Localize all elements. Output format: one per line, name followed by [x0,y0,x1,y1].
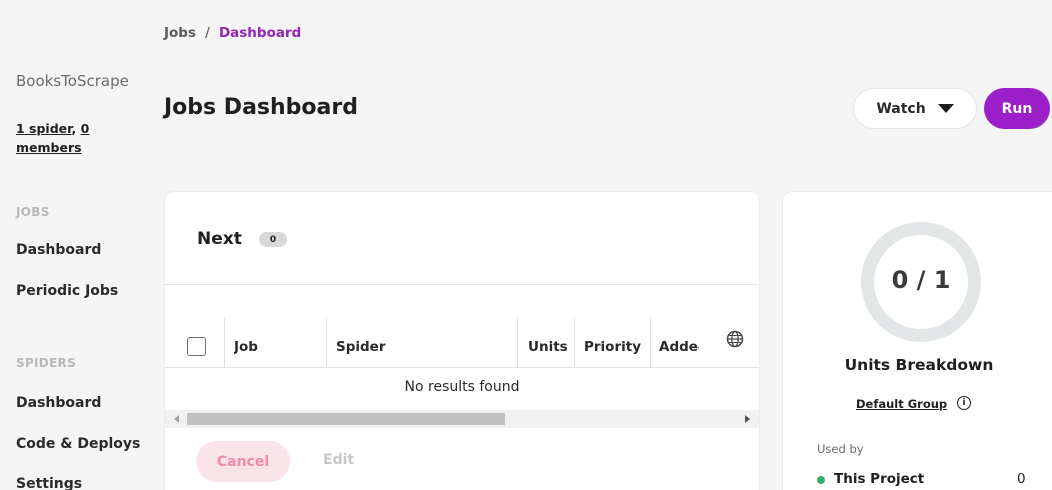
usage-row-name: This Project [834,471,925,487]
column-separator[interactable] [326,317,327,367]
column-separator[interactable] [574,317,575,367]
spiders-count-link[interactable]: 1 spider [16,121,71,136]
breadcrumb: Jobs / Dashboard [164,25,301,41]
usage-row-value: 0 [1017,471,1026,487]
scrollbar-thumb[interactable] [187,413,505,425]
watch-button[interactable]: Watch [853,88,977,129]
sidebar-item-periodic-jobs[interactable]: Periodic Jobs [16,283,118,299]
empty-state-text: No results found [404,379,520,395]
column-header-priority[interactable]: Priority [584,339,641,355]
column-separator[interactable] [650,317,651,367]
panel-divider [165,284,759,285]
next-jobs-count-badge: 0 [259,232,287,247]
column-header-units[interactable]: Units [528,339,568,355]
breadcrumb-current-dashboard[interactable]: Dashboard [219,25,301,41]
table-header-divider [165,367,759,368]
next-jobs-panel: Next 0 Job Spider Units Priority Added N… [164,191,760,490]
units-breakdown-panel: 0 / 1 Units Breakdown Default Group i Us… [782,191,1052,490]
horizontal-scrollbar[interactable] [165,410,759,428]
select-all-checkbox[interactable] [187,337,206,356]
column-header-spider[interactable]: Spider [336,339,386,355]
sidebar-item-settings[interactable]: Settings [16,476,82,490]
column-header-added[interactable]: Added [659,339,699,355]
project-meta-comma: , [71,121,81,136]
column-separator[interactable] [517,317,518,367]
cancel-button[interactable]: Cancel [196,441,290,482]
column-separator[interactable] [224,317,225,367]
caret-down-icon [937,104,954,113]
default-group-link[interactable]: Default Group [856,397,947,411]
info-icon[interactable]: i [957,396,971,410]
project-meta: 1 spider, 0 members [16,119,126,157]
watch-button-label: Watch [876,100,926,117]
sidebar-item-spiders-dashboard[interactable]: Dashboard [16,395,101,411]
units-usage-value: 0 / 1 [891,266,951,294]
status-dot-icon [817,476,825,484]
globe-icon[interactable] [726,330,744,348]
sidebar-section-spiders: SPIDERS [16,356,77,370]
units-breakdown-title: Units Breakdown [844,356,994,374]
column-header-job[interactable]: Job [234,339,258,355]
sidebar-item-jobs-dashboard[interactable]: Dashboard [16,242,101,258]
scroll-left-arrow-icon[interactable] [174,415,179,423]
breadcrumb-jobs-link[interactable]: Jobs [164,25,196,41]
page-title: Jobs Dashboard [164,95,358,120]
scroll-right-arrow-icon[interactable] [745,415,750,423]
sidebar-item-code-deploys[interactable]: Code & Deploys [16,436,140,452]
breadcrumb-separator: / [205,25,210,41]
project-name: BooksToScrape [16,72,129,90]
used-by-label: Used by [817,442,864,456]
next-jobs-title: Next [197,229,242,249]
sidebar-section-jobs: JOBS [16,205,50,219]
edit-button[interactable]: Edit [323,452,354,468]
run-button[interactable]: Run [984,88,1050,129]
